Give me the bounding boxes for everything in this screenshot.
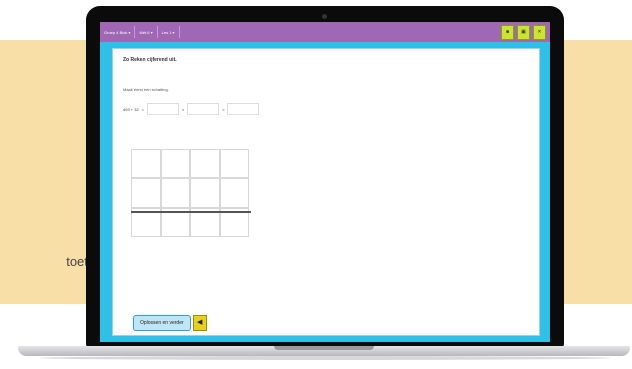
action-bar: Oplossen en verder ◀ <box>133 315 207 331</box>
laptop-screen: Groep 4 Blok ▾ Mét 6 ▾ Les 1 ▾ ■ ▣ ✕ Zo … <box>100 22 550 342</box>
equals-sign: = <box>141 106 145 112</box>
approx-sign-2: ≈ <box>222 106 225 112</box>
topbar-item-level[interactable]: Mét 6 ▾ <box>135 26 158 38</box>
calculation-grid <box>131 149 249 237</box>
grid-cell[interactable] <box>190 178 220 208</box>
stop-button[interactable]: ■ <box>501 25 514 40</box>
grid-cell[interactable] <box>190 149 220 179</box>
question-instruction: Maak eerst een schatting. <box>123 87 169 92</box>
laptop-base <box>18 346 630 356</box>
exercise-content: Zo Reken cijferend uit. Maak eerst een s… <box>112 48 540 336</box>
grid-button[interactable]: ▣ <box>517 25 530 40</box>
speaker-icon[interactable]: ◀ <box>192 315 207 331</box>
estimate-input-1[interactable] <box>147 103 180 115</box>
topbar-buttons: ■ ▣ ✕ <box>501 25 546 40</box>
laptop-notch <box>274 346 374 350</box>
grid-cell[interactable] <box>131 178 161 208</box>
equation-row: 493 + 32 = ≈ ≈ <box>123 103 260 115</box>
equation-text: 493 + 32 <box>123 106 139 112</box>
sum-line <box>131 211 251 213</box>
estimate-input-3[interactable] <box>227 103 260 115</box>
grid-cell[interactable] <box>219 149 249 179</box>
app-topbar: Groep 4 Blok ▾ Mét 6 ▾ Les 1 ▾ ■ ▣ ✕ <box>100 22 550 42</box>
grid-cell[interactable] <box>160 178 190 208</box>
side-caption: 5 toets. <box>0 238 98 270</box>
solve-next-button[interactable]: Oplossen en verder <box>133 315 191 331</box>
estimate-input-2[interactable] <box>187 103 220 115</box>
grid-cell[interactable] <box>131 149 161 179</box>
close-button[interactable]: ✕ <box>533 25 546 40</box>
question-title: Zo Reken cijferend uit. <box>123 57 177 63</box>
camera-icon <box>322 14 327 19</box>
topbar-item-group[interactable]: Groep 4 Blok ▾ <box>100 26 136 38</box>
topbar-item-lesson[interactable]: Les 1 ▾ <box>158 26 180 38</box>
side-caption-line1: 5 <box>0 238 98 254</box>
laptop-shadow <box>40 356 610 360</box>
approx-sign-1: ≈ <box>182 106 185 112</box>
grid-cell[interactable] <box>219 178 249 208</box>
grid-cell[interactable] <box>160 149 190 179</box>
